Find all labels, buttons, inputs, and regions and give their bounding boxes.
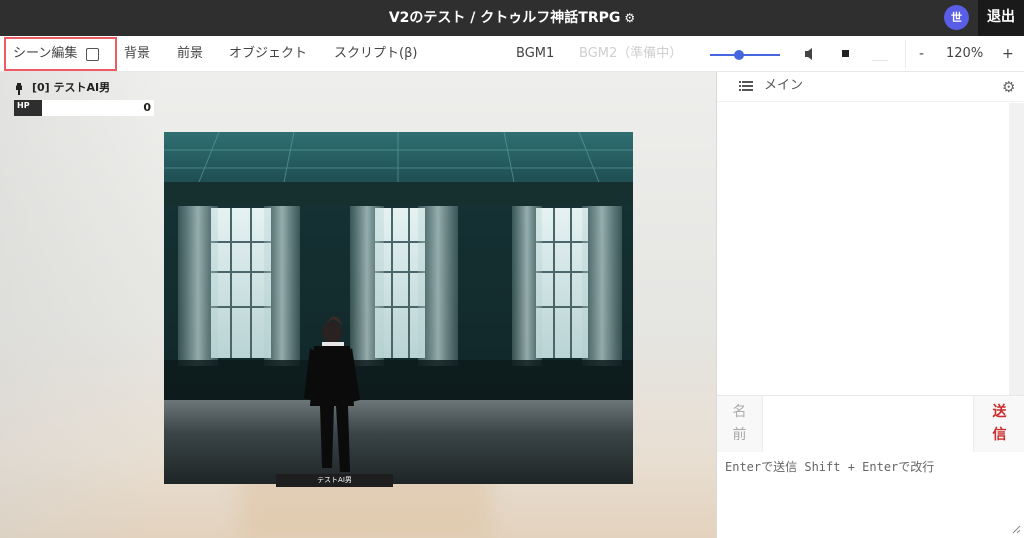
foreground-menu[interactable]: 前景 bbox=[177, 36, 203, 72]
chat-panel: メイン ⚙ 名 前 送 信 bbox=[716, 72, 1024, 538]
list-icon[interactable] bbox=[739, 81, 753, 91]
background-menu[interactable]: 背景 bbox=[124, 36, 150, 72]
speaker-icon[interactable] bbox=[804, 36, 816, 72]
send-label-line1: 送 bbox=[992, 404, 1007, 420]
pin-icon bbox=[16, 83, 22, 95]
message-input[interactable] bbox=[717, 452, 1024, 538]
volume-slider-track[interactable] bbox=[710, 54, 780, 56]
name-input[interactable] bbox=[763, 396, 973, 453]
tab-main[interactable]: メイン bbox=[764, 72, 803, 100]
settings-icon[interactable]: ⚙ bbox=[1002, 78, 1015, 96]
hp-bar: HP 0 bbox=[14, 100, 154, 116]
bgm2-button: BGM2（準備中） bbox=[579, 46, 683, 61]
resize-handle-icon[interactable] bbox=[1011, 524, 1021, 534]
chat-log[interactable] bbox=[717, 103, 1009, 395]
toolbar: シーン編集 背景 前景 オブジェクト スクリプト(β) BGM1 BGM2（準備… bbox=[0, 36, 1024, 72]
exit-button[interactable]: 退出 bbox=[978, 0, 1024, 36]
gear-icon[interactable]: ⚙ bbox=[624, 11, 635, 25]
title-bar: V2のテスト / クトゥルフ神話TRPG ⚙ 世 退出 bbox=[0, 0, 1024, 36]
chat-scrollbar[interactable] bbox=[1009, 103, 1024, 395]
zoom-out-button[interactable]: - bbox=[919, 36, 924, 72]
scene-edit-label: シーン編集 bbox=[13, 46, 78, 61]
room-title[interactable]: V2のテスト / クトゥルフ神話TRPG ⚙ bbox=[0, 0, 1024, 36]
zoom-in-button[interactable]: + bbox=[1002, 36, 1014, 72]
character-name-tag: テストAI男 bbox=[276, 474, 393, 487]
chat-tab-bar: メイン ⚙ bbox=[717, 72, 1024, 102]
name-label: 名 前 bbox=[717, 396, 763, 453]
divider bbox=[872, 60, 888, 61]
scene-edit-checkbox[interactable] bbox=[86, 48, 99, 61]
divider bbox=[905, 40, 906, 68]
name-label-line2: 前 bbox=[732, 427, 747, 443]
send-label-line2: 信 bbox=[992, 427, 1007, 443]
user-avatar[interactable]: 世 bbox=[944, 5, 969, 30]
hp-label: HP bbox=[14, 100, 42, 116]
send-button[interactable]: 送 信 bbox=[973, 396, 1024, 453]
scene-edit-toggle[interactable]: シーン編集 bbox=[4, 37, 117, 71]
name-row: 名 前 送 信 bbox=[717, 395, 1024, 453]
script-menu[interactable]: スクリプト(β) bbox=[334, 36, 417, 72]
character-name: [0] テストAI男 bbox=[32, 81, 111, 94]
scene-background-image bbox=[164, 132, 633, 484]
name-label-line1: 名 bbox=[732, 404, 747, 420]
zoom-level: 120% bbox=[946, 46, 984, 61]
stop-icon[interactable] bbox=[841, 36, 851, 72]
room-title-text: V2のテスト / クトゥルフ神話TRPG bbox=[388, 10, 621, 26]
stage-shading bbox=[0, 72, 160, 538]
hp-value: 0 bbox=[143, 101, 151, 114]
object-menu[interactable]: オブジェクト bbox=[229, 36, 307, 72]
bgm1-button[interactable]: BGM1 bbox=[516, 36, 554, 72]
